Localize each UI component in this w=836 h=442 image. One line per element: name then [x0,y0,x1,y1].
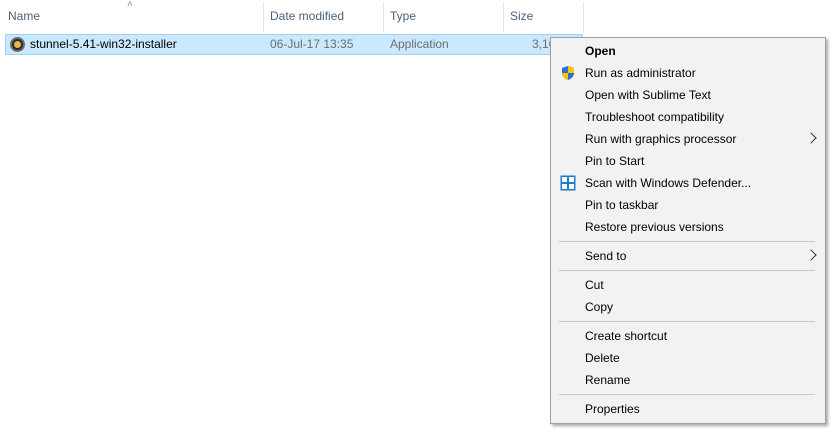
menu-item-label: Run with graphics processor [585,132,737,146]
application-icon [10,37,25,52]
column-date-modified[interactable]: Date modified [262,0,383,33]
file-row[interactable]: stunnel-5.41-win32-installer 06-Jul-17 1… [5,34,583,55]
column-size[interactable]: Size [502,0,583,33]
file-type: Application [390,37,449,51]
menu-item-open-with-sublime[interactable]: Open with Sublime Text [551,84,825,106]
menu-separator [559,270,815,271]
menu-item-scan-with-defender[interactable]: Scan with Windows Defender... [551,172,825,194]
menu-item-run-as-administrator[interactable]: Run as administrator [551,62,825,84]
menu-item-rename[interactable]: Rename [551,369,825,391]
menu-separator [559,394,815,395]
windows-defender-icon [560,175,576,191]
menu-item-delete[interactable]: Delete [551,347,825,369]
file-name: stunnel-5.41-win32-installer [30,37,177,51]
menu-item-pin-to-start[interactable]: Pin to Start [551,150,825,172]
file-date-modified: 06-Jul-17 13:35 [270,37,354,51]
menu-item-label: Open [585,44,616,58]
menu-item-label: Pin to Start [585,154,645,168]
menu-item-label: Troubleshoot compatibility [585,110,724,124]
menu-separator [559,321,815,322]
menu-item-copy[interactable]: Copy [551,296,825,318]
menu-item-label: Scan with Windows Defender... [585,176,752,190]
menu-separator [559,241,815,242]
menu-item-label: Properties [585,402,640,416]
menu-item-restore-previous-versions[interactable]: Restore previous versions [551,216,825,238]
menu-item-label: Copy [585,300,614,314]
menu-item-run-with-graphics-processor[interactable]: Run with graphics processor [551,128,825,150]
menu-item-create-shortcut[interactable]: Create shortcut [551,325,825,347]
menu-item-properties[interactable]: Properties [551,398,825,420]
menu-item-label: Send to [585,249,627,263]
menu-item-label: Pin to taskbar [585,198,659,212]
menu-item-send-to[interactable]: Send to [551,245,825,267]
menu-item-label: Cut [585,278,604,292]
menu-item-open[interactable]: Open [551,40,825,62]
menu-item-label: Rename [585,373,631,387]
menu-item-troubleshoot-compatibility[interactable]: Troubleshoot compatibility [551,106,825,128]
column-divider[interactable] [583,2,584,32]
menu-item-label: Restore previous versions [585,220,724,234]
submenu-arrow-icon [805,132,817,144]
menu-item-label: Open with Sublime Text [585,88,711,102]
column-header: ˄ Name Date modified Type Size [0,0,836,33]
column-name[interactable]: Name [0,0,263,33]
submenu-arrow-icon [805,249,817,261]
menu-item-cut[interactable]: Cut [551,274,825,296]
context-menu: Open Run as administrator Open with Subl… [550,37,826,424]
menu-item-label: Create shortcut [585,329,668,343]
menu-item-label: Delete [585,351,620,365]
menu-item-label: Run as administrator [585,66,696,80]
uac-shield-icon [562,66,574,80]
menu-item-pin-to-taskbar[interactable]: Pin to taskbar [551,194,825,216]
column-type[interactable]: Type [382,0,503,33]
